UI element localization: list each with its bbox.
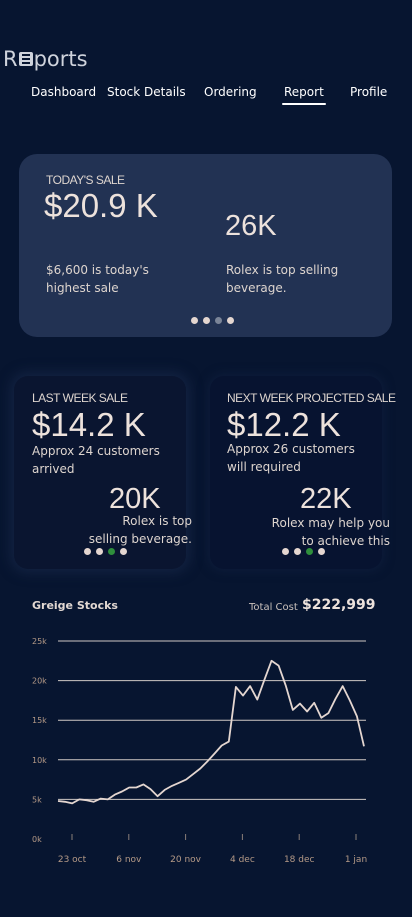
top-nav: Dashboard Stock Details Ordering Report … <box>0 85 412 105</box>
tab-dashboard[interactable]: Dashboard <box>31 85 96 99</box>
today-carousel-dots[interactable] <box>191 317 234 324</box>
stocks-chart-title: Greige Stocks <box>32 599 118 612</box>
next-week-label: NEXT WEEK PROJECTED SALE <box>227 391 396 405</box>
today-sale-count: 26K <box>225 210 277 242</box>
next-week-top-text: Rolex may help you to achieve this <box>271 516 390 548</box>
last-week-top-text: Rolex is top selling beverage. <box>88 514 192 546</box>
carousel-dot[interactable] <box>282 548 289 555</box>
carousel-dot[interactable] <box>318 548 325 555</box>
x-tick-label: 20 nov <box>170 855 202 865</box>
carousel-dot[interactable] <box>227 317 234 324</box>
carousel-dot[interactable] <box>294 548 301 555</box>
total-cost-value: $222,999 <box>302 597 376 613</box>
logo-letter-r: R <box>3 47 18 71</box>
next-week-sale-card[interactable]: NEXT WEEK PROJECTED SALE $12.2 K Approx … <box>210 376 396 569</box>
last-week-customers: Approx 24 customers arrived <box>32 444 160 476</box>
today-top-text: Rolex is top selling beverage. <box>226 263 339 295</box>
last-week-value: $14.2 K <box>32 406 146 443</box>
carousel-dot-active[interactable] <box>108 548 115 555</box>
next-week-count: 22K <box>300 483 352 515</box>
carousel-dot-active[interactable] <box>306 548 313 555</box>
carousel-dot[interactable] <box>191 317 198 324</box>
logo-text: ports <box>33 47 88 71</box>
app-logo: R ports <box>3 46 88 72</box>
tab-ordering[interactable]: Ordering <box>204 85 257 99</box>
next-week-customers: Approx 26 customers will required <box>227 442 355 474</box>
total-cost-label: Total Cost <box>249 602 298 613</box>
y-tick-label: 15k <box>32 716 47 725</box>
y-tick-label: 5k <box>32 795 42 804</box>
tab-report[interactable]: Report <box>282 85 326 105</box>
x-tick-label: 18 dec <box>284 855 315 865</box>
x-tick-label: 1 jan <box>345 855 367 865</box>
stocks-series-line <box>57 659 365 805</box>
tab-stock-details[interactable]: Stock Details <box>107 85 186 99</box>
today-sale-card[interactable]: TODAY'S SALE $20.9 K 26K $6,600 is today… <box>19 154 392 337</box>
today-sale-label: TODAY'S SALE <box>46 173 125 187</box>
last-week-carousel-dots[interactable] <box>84 548 127 555</box>
x-tick-label: 4 dec <box>230 855 255 865</box>
carousel-dot-active[interactable] <box>215 317 222 324</box>
y-tick-label: 20k <box>32 677 47 686</box>
next-week-carousel-dots[interactable] <box>282 548 325 555</box>
carousel-dot[interactable] <box>84 548 91 555</box>
carousel-dot[interactable] <box>203 317 210 324</box>
last-week-sale-card[interactable]: LAST WEEK SALE $14.2 K Approx 24 custome… <box>14 376 192 569</box>
tab-profile[interactable]: Profile <box>350 85 387 99</box>
last-week-label: LAST WEEK SALE <box>32 391 128 405</box>
next-week-value: $12.2 K <box>227 406 341 443</box>
y-tick-label: 10k <box>32 756 47 765</box>
carousel-dot[interactable] <box>96 548 103 555</box>
today-sale-value: $20.9 K <box>44 187 158 224</box>
carousel-dot[interactable] <box>120 548 127 555</box>
x-tick-label: 23 oct <box>58 855 87 865</box>
y-tick-label: 25k <box>32 637 47 646</box>
stocks-line-chart: 0k 5k 10k 15k 20k 25k 23 oct 6 nov 20 nov 4 dec 18… <box>32 637 367 865</box>
y-tick-label: 0k <box>32 835 42 844</box>
logo-e-icon <box>18 52 33 66</box>
today-highest-text: $6,600 is today's highest sale <box>46 263 149 295</box>
x-tick-label: 6 nov <box>116 855 142 865</box>
